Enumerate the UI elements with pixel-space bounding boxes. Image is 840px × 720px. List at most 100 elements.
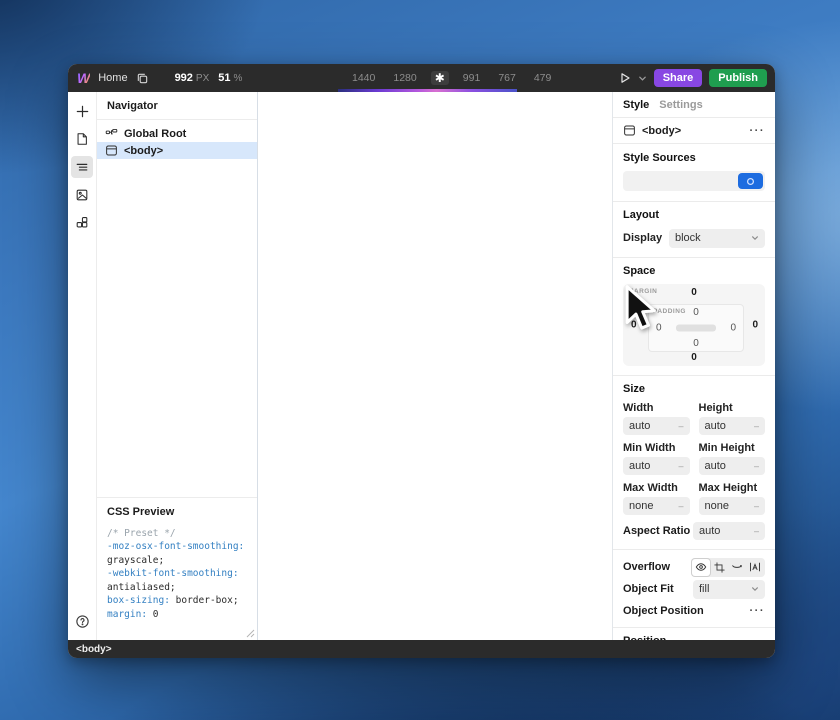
tab-settings[interactable]: Settings xyxy=(659,99,702,111)
css-preview-title: CSS Preview xyxy=(107,506,175,518)
app-window: W Home 992 PX 51 % 1440 1280 ✱ 991 767 4… xyxy=(68,64,775,658)
add-component-button[interactable] xyxy=(71,100,93,122)
max-height-input[interactable]: none – xyxy=(698,497,765,515)
breakpoint-base[interactable]: ✱ xyxy=(430,71,449,85)
unit-indicator: – xyxy=(753,526,759,536)
padding-top-value[interactable]: 0 xyxy=(693,307,699,318)
min-width-input[interactable]: auto – xyxy=(623,457,690,475)
zoom-unit: % xyxy=(233,73,243,84)
design-canvas[interactable] xyxy=(258,92,612,640)
style-sources-input[interactable] xyxy=(623,171,765,191)
breakpoint-767[interactable]: 767 xyxy=(494,70,520,86)
panel-resize-handle[interactable] xyxy=(246,629,255,638)
layout-section-title: Layout xyxy=(623,209,660,221)
height-input[interactable]: auto – xyxy=(698,417,765,435)
object-position-menu-button[interactable]: ··· xyxy=(750,605,766,617)
chevron-down-icon xyxy=(751,585,759,593)
object-position-label: Object Position xyxy=(623,605,704,617)
unit-indicator: – xyxy=(678,501,684,511)
aspect-ratio-input[interactable]: auto – xyxy=(693,522,765,540)
preview-play-icon[interactable] xyxy=(619,72,631,84)
breakpoint-bar: 1440 1280 ✱ 991 767 479 xyxy=(330,70,619,86)
navigator-icon[interactable] xyxy=(71,156,93,178)
canvas-width-value: 992 xyxy=(174,72,193,84)
padding-left-value[interactable]: 0 xyxy=(656,323,662,334)
width-input[interactable]: auto – xyxy=(623,417,690,435)
object-fit-select[interactable]: fill xyxy=(693,579,765,599)
style-panel: Style Settings <body> ··· Style Sources … xyxy=(612,92,775,640)
breakpoint-1440[interactable]: 1440 xyxy=(348,70,379,86)
body-element-icon xyxy=(106,145,117,156)
copy-icon[interactable] xyxy=(136,72,149,85)
breakpoint-991[interactable]: 991 xyxy=(459,70,485,86)
breakpoint-1280[interactable]: 1280 xyxy=(389,70,420,86)
css-preview-code: /* Preset */ -moz-osx-font-smoothing: gr… xyxy=(107,528,245,620)
assets-image-icon[interactable] xyxy=(71,184,93,206)
navigator-panel: Navigator Global Root <body> CSS Preview… xyxy=(96,92,258,640)
navigator-title: Navigator xyxy=(97,92,257,120)
pages-icon[interactable] xyxy=(71,128,93,150)
min-height-label: Min Height xyxy=(698,442,755,454)
max-width-input[interactable]: none – xyxy=(623,497,690,515)
tab-style[interactable]: Style xyxy=(623,99,649,111)
aspect-ratio-label: Aspect Ratio xyxy=(623,525,691,537)
chevron-down-icon[interactable] xyxy=(638,74,647,83)
padding-box[interactable]: PADDING 0 0 0 0 xyxy=(648,304,744,352)
overflow-hidden-button[interactable] xyxy=(710,559,728,576)
breakpoint-479[interactable]: 479 xyxy=(530,70,556,86)
overflow-scroll-button[interactable] xyxy=(728,559,746,576)
min-width-label: Min Width xyxy=(623,442,676,454)
margin-right-value[interactable]: 0 xyxy=(752,320,758,331)
status-selected-element: <body> xyxy=(76,643,112,655)
min-height-input[interactable]: auto – xyxy=(698,457,765,475)
tree-item-label: <body> xyxy=(124,144,164,157)
padding-label: PADDING xyxy=(653,308,686,315)
size-section-title: Size xyxy=(623,383,646,395)
zoom-value: 51 xyxy=(218,72,231,84)
object-fit-value: fill xyxy=(699,583,710,595)
left-toolbar-rail xyxy=(68,92,96,640)
margin-bottom-value[interactable]: 0 xyxy=(691,352,697,363)
eye-icon xyxy=(695,563,707,571)
auto-icon xyxy=(750,562,760,572)
content-area-bar xyxy=(676,324,716,332)
global-root-icon xyxy=(105,128,118,135)
width-label: Width xyxy=(623,402,654,414)
selected-element-label: <body> xyxy=(642,124,682,137)
breakpoint-gradient-indicator xyxy=(338,89,517,92)
display-value: block xyxy=(675,232,701,244)
tree-item-label: Global Root xyxy=(124,127,187,140)
unit-indicator: – xyxy=(753,461,759,471)
unit-indicator: – xyxy=(678,421,684,431)
overflow-toggle-group xyxy=(691,557,765,577)
unit-indicator: – xyxy=(753,421,759,431)
display-label: Display xyxy=(623,232,663,244)
unit-indicator: – xyxy=(678,461,684,471)
help-icon[interactable] xyxy=(71,610,93,632)
max-height-label: Max Height xyxy=(698,482,758,494)
padding-bottom-value[interactable]: 0 xyxy=(693,338,699,349)
scroll-icon xyxy=(732,564,742,568)
canvas-width-unit: PX xyxy=(195,73,210,84)
publish-button[interactable]: Publish xyxy=(709,69,767,87)
margin-top-value[interactable]: 0 xyxy=(691,287,697,298)
components-icon[interactable] xyxy=(71,212,93,234)
element-menu-button[interactable]: ··· xyxy=(750,125,766,137)
home-button[interactable]: Home xyxy=(98,72,127,84)
display-select[interactable]: block xyxy=(669,228,765,248)
tree-item-body[interactable]: <body> xyxy=(97,142,257,159)
unit-indicator: – xyxy=(753,501,759,511)
tree-item-global-root[interactable]: Global Root xyxy=(97,125,257,142)
overflow-visible-button[interactable] xyxy=(692,558,710,576)
local-style-source-chip[interactable] xyxy=(738,173,763,189)
overflow-auto-button[interactable] xyxy=(746,559,764,576)
webstudio-logo[interactable]: W xyxy=(77,70,90,86)
height-label: Height xyxy=(698,402,733,414)
padding-right-value[interactable]: 0 xyxy=(730,323,736,334)
status-bar: <body> xyxy=(68,640,775,658)
share-button[interactable]: Share xyxy=(653,69,703,87)
canvas-dimensions[interactable]: 992 PX 51 % xyxy=(175,72,243,84)
mouse-cursor xyxy=(622,284,656,332)
body-element-icon xyxy=(624,125,635,136)
top-toolbar: W Home 992 PX 51 % 1440 1280 ✱ 991 767 4… xyxy=(68,64,775,92)
